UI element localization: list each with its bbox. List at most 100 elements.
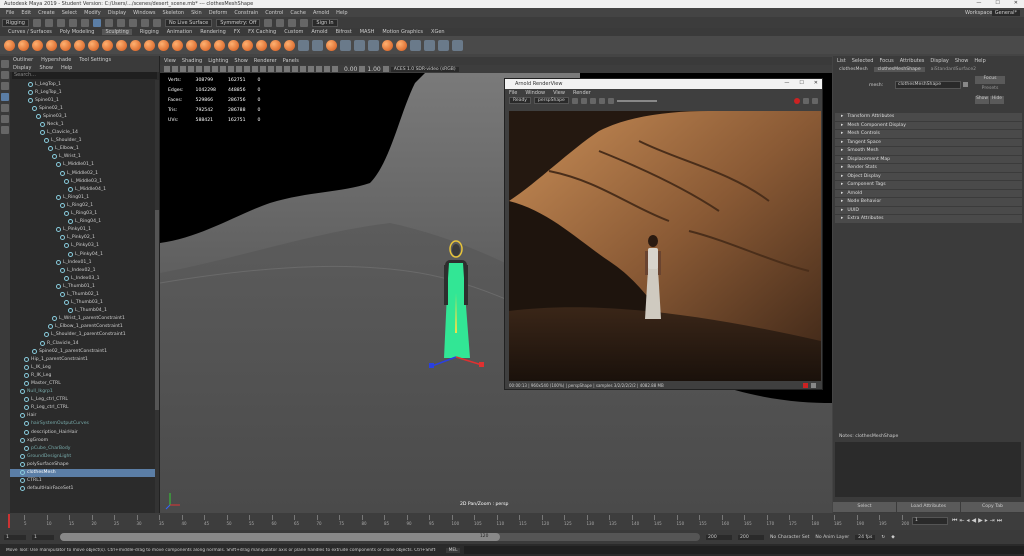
pinch-tool-icon[interactable] bbox=[60, 39, 71, 51]
attr-section[interactable]: ▸ Displacement Map bbox=[835, 155, 1022, 163]
attr-section[interactable]: ▸ Mesh Component Display bbox=[835, 121, 1022, 129]
vp-menu-lighting[interactable]: Lighting bbox=[208, 58, 228, 64]
outliner-item[interactable]: L_Ring02_1 bbox=[10, 201, 156, 209]
playback-end-field[interactable]: 200 bbox=[706, 534, 732, 540]
outliner-item[interactable]: L_Wrist_1 bbox=[10, 153, 156, 161]
attr-section[interactable]: ▸ Component Tags bbox=[835, 181, 1022, 189]
attr-menu-display[interactable]: Display bbox=[930, 58, 948, 64]
outliner-item[interactable]: L_Ring04_1 bbox=[10, 218, 156, 226]
rv-minimize-button[interactable]: — bbox=[784, 80, 789, 86]
outliner-item[interactable]: R_IK_Leg bbox=[10, 371, 156, 379]
outliner-item[interactable]: L_Elbow_1_parentConstraint1 bbox=[10, 323, 156, 331]
grid-toggle-icon[interactable] bbox=[188, 66, 194, 72]
outliner-item[interactable]: L_IK_Leg bbox=[10, 363, 156, 371]
attr-section[interactable]: ▸ Mesh Controls bbox=[835, 130, 1022, 138]
outliner-item[interactable]: L_Pinky02_1 bbox=[10, 234, 156, 242]
menu-skin[interactable]: Skin bbox=[191, 10, 202, 16]
rv-menu-view[interactable]: View bbox=[553, 90, 565, 96]
vp-menu-panels[interactable]: Panels bbox=[283, 58, 299, 64]
gate-mask-icon[interactable] bbox=[212, 66, 218, 72]
shelf-tab-fx-caching[interactable]: FX Caching bbox=[248, 29, 276, 35]
unfreeze-icon[interactable] bbox=[326, 39, 337, 51]
relax-tool-icon[interactable] bbox=[32, 39, 43, 51]
scrape-tool-icon[interactable] bbox=[158, 39, 169, 51]
attr-section[interactable]: ▸ UUID bbox=[835, 206, 1022, 214]
maximize-button[interactable]: ☐ bbox=[995, 0, 999, 6]
last-tool-icon[interactable] bbox=[1, 126, 9, 134]
presets-button[interactable]: Presets bbox=[975, 86, 1005, 94]
rv-close-button[interactable]: ✕ bbox=[814, 80, 818, 86]
vp-menu-view[interactable]: View bbox=[164, 58, 176, 64]
time-slider[interactable]: 5 10 15 20 25 30 35 40 45 50 55 60 65 70 75 80 85 90 95 100… bbox=[0, 513, 1024, 530]
lasso-tool-icon[interactable] bbox=[1, 71, 9, 79]
lattice-icon[interactable] bbox=[438, 39, 449, 51]
auto-key-icon[interactable]: ◆ bbox=[891, 535, 895, 540]
outliner-item[interactable]: L_Pinky01_1 bbox=[10, 226, 156, 234]
outliner-item[interactable]: Spine01_1 bbox=[10, 96, 156, 104]
knife-tool-icon[interactable] bbox=[186, 39, 197, 51]
select-by-object-icon[interactable] bbox=[104, 18, 113, 27]
menu-help[interactable]: Help bbox=[336, 10, 347, 16]
wax-tool-icon[interactable] bbox=[144, 39, 155, 51]
textured-icon[interactable] bbox=[252, 66, 258, 72]
grab-tool-icon[interactable] bbox=[46, 39, 57, 51]
rv-alpha-icon[interactable] bbox=[580, 97, 587, 104]
sculpt-layer-icon[interactable] bbox=[354, 39, 365, 51]
outliner-menu-display[interactable]: Display bbox=[13, 65, 31, 71]
amplify-tool-icon[interactable] bbox=[228, 39, 239, 51]
antialiasing-icon[interactable] bbox=[292, 66, 298, 72]
smooth-tool-icon[interactable] bbox=[18, 39, 29, 51]
render-settings-icon[interactable] bbox=[288, 18, 297, 27]
outliner-item[interactable]: Spine02_1_parentConstraint1 bbox=[10, 347, 156, 355]
shelf-tab-mash[interactable]: MASH bbox=[360, 29, 375, 35]
isolate-select-icon[interactable] bbox=[308, 66, 314, 72]
outliner-item[interactable]: L_Thumb03_1 bbox=[10, 299, 156, 307]
end-time-field[interactable]: 200 bbox=[738, 534, 764, 540]
outliner-item[interactable]: clothesMesh bbox=[10, 468, 156, 477]
attr-menu-list[interactable]: List bbox=[837, 58, 846, 64]
bulge-tool-icon[interactable] bbox=[214, 39, 225, 51]
outliner-item[interactable]: L_Wrist_1_parentConstraint1 bbox=[10, 315, 156, 323]
spray-tool-icon[interactable] bbox=[102, 39, 113, 51]
shelf-tab-arnold[interactable]: Arnold bbox=[311, 29, 327, 35]
save-scene-icon[interactable] bbox=[56, 18, 65, 27]
menu-file[interactable]: File bbox=[6, 10, 14, 16]
rv-snapshot-icon[interactable] bbox=[589, 97, 596, 104]
lights-icon[interactable] bbox=[260, 66, 266, 72]
outliner-item[interactable]: L_Middle04_1 bbox=[10, 185, 156, 193]
exposure-value[interactable]: 1.00 bbox=[367, 66, 380, 73]
playback-start-field[interactable]: 1 bbox=[32, 534, 54, 540]
live-surface-field[interactable]: No Live Surface bbox=[164, 18, 213, 27]
safe-action-icon[interactable] bbox=[228, 66, 234, 72]
command-line-input[interactable] bbox=[464, 546, 1024, 554]
tab-tool-settings[interactable]: Tool Settings bbox=[79, 57, 111, 63]
select-by-hierarchy-icon[interactable] bbox=[92, 18, 101, 27]
imprint-tool-icon[interactable] bbox=[130, 39, 141, 51]
hide-button[interactable]: Hide bbox=[990, 96, 1004, 104]
vp-menu-shading[interactable]: Shading bbox=[182, 58, 202, 64]
step-back-key-icon[interactable]: ⇤ bbox=[959, 517, 964, 525]
step-forward-key-icon[interactable]: ⇥ bbox=[990, 517, 995, 525]
snap-grid-icon[interactable] bbox=[128, 18, 137, 27]
rv-exposure-slider[interactable] bbox=[616, 99, 657, 102]
rotate-tool-icon[interactable] bbox=[1, 104, 9, 112]
sign-in-button[interactable]: Sign In bbox=[312, 18, 338, 27]
menu-edit[interactable]: Edit bbox=[21, 10, 31, 16]
attr-menu-attributes[interactable]: Attributes bbox=[900, 58, 925, 64]
outliner-scroll-thumb[interactable] bbox=[155, 210, 159, 410]
attr-section[interactable]: ▸ Arnold bbox=[835, 189, 1022, 197]
outliner-item[interactable]: Master_CTRL bbox=[10, 379, 156, 387]
loop-icon[interactable]: ↻ bbox=[881, 535, 885, 540]
move-tool-icon[interactable] bbox=[1, 93, 9, 101]
outliner-search-input[interactable]: Search... bbox=[12, 72, 157, 79]
outliner-item[interactable]: pCube_CharBody bbox=[10, 444, 156, 452]
rv-stop-render-icon[interactable] bbox=[794, 97, 800, 104]
outliner-item[interactable]: L_Shoulder_1_parentConstraint1 bbox=[10, 331, 156, 339]
attr-section[interactable]: ▸ Transform Attributes bbox=[835, 113, 1022, 121]
menu-windows[interactable]: Windows bbox=[133, 10, 155, 16]
ambient-occlusion-icon[interactable] bbox=[276, 66, 282, 72]
outliner-item[interactable]: L_Middle02_1 bbox=[10, 169, 156, 177]
menu-create[interactable]: Create bbox=[38, 10, 55, 16]
outliner-item[interactable]: Neck_1 bbox=[10, 120, 156, 128]
workspace-dropdown[interactable]: General* bbox=[991, 9, 1020, 16]
